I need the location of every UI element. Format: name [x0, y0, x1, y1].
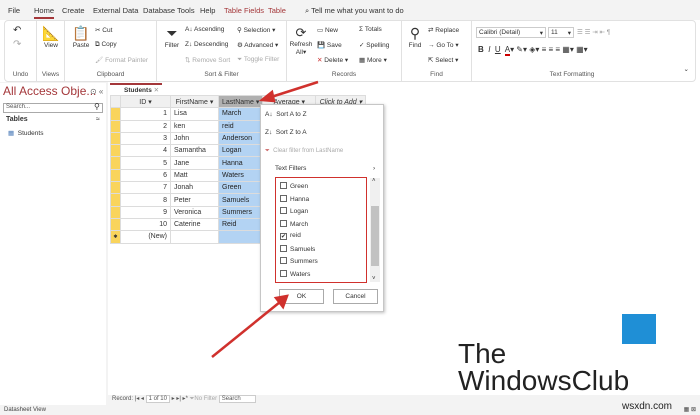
site-watermark: wsxdn.com [621, 401, 672, 412]
view-switch-icons[interactable]: ▦ ⊠ [684, 406, 696, 413]
arrow-to-ok-button [211, 301, 281, 358]
first-record-button[interactable]: |◂ ◂ [135, 396, 146, 402]
record-search-input[interactable]: Search [218, 395, 256, 403]
windows-logo-icon [622, 314, 656, 344]
record-position-input[interactable]: 1 of 10 [145, 395, 170, 403]
record-navigation-bar: Record: |◂ ◂ 1 of 10 ▸ ▸| ▸* ⏷No Filter … [110, 395, 700, 405]
arrow-to-lastname-dropdown [267, 80, 319, 100]
status-text: Datasheet View [4, 407, 46, 413]
watermark-line2: WindowsClub [458, 365, 630, 396]
no-filter-button[interactable]: ⏷No Filter [190, 396, 217, 402]
watermark-logo: The WindowsClub [458, 338, 630, 396]
record-label: Record: [112, 396, 134, 402]
next-record-buttons[interactable]: ▸ ▸| ▸* [172, 396, 190, 402]
status-bar: Datasheet View wsxdn.com ▦ ⊠ [0, 401, 700, 415]
watermark-line1: The [458, 338, 507, 369]
no-filter-label: No Filter [194, 396, 218, 402]
arrowhead [258, 89, 276, 103]
